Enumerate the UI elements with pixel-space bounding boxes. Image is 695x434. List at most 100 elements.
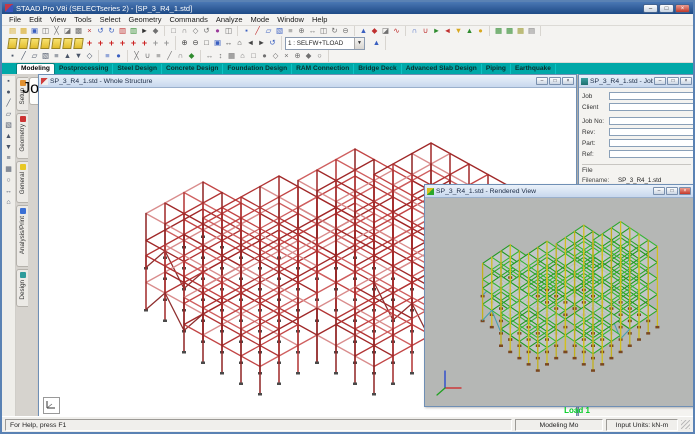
flag-up-icon[interactable]: ▲ [464, 26, 475, 36]
rotate-icon[interactable]: ↻ [329, 26, 340, 36]
loads-cursor-icon[interactable]: ▼ [73, 51, 84, 61]
add-view-7-icon[interactable]: + [150, 38, 161, 48]
arc-beam-icon[interactable]: ∩ [409, 26, 420, 36]
menu-file[interactable]: File [5, 15, 25, 25]
rv-close-button[interactable]: × [679, 187, 691, 195]
menu-mode[interactable]: Mode [247, 15, 274, 25]
ji-minimize-button[interactable]: – [654, 77, 666, 85]
show-all-icon[interactable]: ⊕ [292, 51, 303, 61]
dimensions-icon[interactable]: ↔ [3, 187, 14, 197]
tab-concrete-design[interactable]: Concrete Design [162, 64, 223, 74]
saved-view-5-icon[interactable] [51, 38, 62, 49]
menu-geometry[interactable]: Geometry [125, 15, 166, 25]
print-icon[interactable]: ◫ [40, 26, 51, 36]
menu-commands[interactable]: Commands [165, 15, 211, 25]
dimension-icon[interactable]: ↕ [215, 51, 226, 61]
labels-toggle-icon[interactable]: ≡ [102, 51, 113, 61]
ws-minimize-button[interactable]: – [536, 77, 548, 85]
page-tab-geometry[interactable]: Geometry [16, 113, 28, 159]
rendered-view-titlebar[interactable]: SP_3_R4_1.std - Rendered View – □ × [425, 185, 693, 198]
dynamic-zoom-icon[interactable]: ⌂ [234, 38, 245, 48]
beams-cursor-icon[interactable]: ╱ [18, 51, 29, 61]
view-management-icon[interactable]: □ [248, 51, 259, 61]
rendered-viewport[interactable] [425, 198, 693, 406]
wireframe-toggle-icon[interactable]: ○ [314, 51, 325, 61]
open-file-icon[interactable]: ▦ [18, 26, 29, 36]
measure-icon[interactable]: ↔ [204, 51, 215, 61]
hide-selected-icon[interactable]: × [281, 51, 292, 61]
units-setup-icon[interactable]: ⌂ [237, 51, 248, 61]
tab-earthquake[interactable]: Earthquake [511, 64, 556, 74]
menu-help[interactable]: Help [308, 15, 331, 25]
marker-icon[interactable]: ● [475, 26, 486, 36]
ji-restore-button[interactable]: □ [667, 77, 679, 85]
add-view-5-icon[interactable]: + [128, 38, 139, 48]
flag-down-icon[interactable]: ▼ [453, 26, 464, 36]
next-view-icon[interactable]: ► [256, 38, 267, 48]
sections-icon[interactable]: ≡ [3, 154, 14, 164]
node-table-icon[interactable]: ▦ [493, 26, 504, 36]
ws-restore-button[interactable]: □ [549, 77, 561, 85]
plates-cursor-icon[interactable]: ▱ [29, 51, 40, 61]
whole-structure-titlebar[interactable]: SP_3_R4_1.std - Whole Structure – □ × [39, 75, 576, 88]
query-icon[interactable]: ● [113, 51, 124, 61]
menu-select[interactable]: Select [96, 15, 125, 25]
app-titlebar[interactable]: STAAD.Pro V8i (SELECTseries 2) - [SP_3_R… [2, 2, 693, 14]
support-tool-icon[interactable]: ▲ [358, 26, 369, 36]
load-case-select[interactable]: 1 : SELFW+TLOAD▼ [285, 37, 365, 50]
save-icon[interactable]: ▣ [29, 26, 40, 36]
plate-table-icon[interactable]: ▦ [515, 26, 526, 36]
page-tab-general[interactable]: General [16, 161, 28, 203]
tab-foundation-design[interactable]: Foundation Design [223, 64, 292, 74]
dropdown-arrow-icon[interactable]: ▼ [354, 38, 364, 49]
color-toggle-icon[interactable]: ◆ [303, 51, 314, 61]
solids-cursor-icon[interactable]: ▧ [40, 51, 51, 61]
loads-icon[interactable]: ▼ [3, 143, 14, 153]
copy-icon[interactable]: ◪ [62, 26, 73, 36]
move-icon[interactable]: ↔ [307, 26, 318, 36]
materials-icon[interactable]: ▦ [3, 165, 14, 175]
split-beam-icon[interactable]: ╱ [164, 51, 175, 61]
labels-icon[interactable]: ⌂ [3, 198, 14, 208]
mirror-icon[interactable]: ◫ [318, 26, 329, 36]
end-node-icon[interactable]: ◄ [442, 26, 453, 36]
tab-advanced-slab-design[interactable]: Advanced Slab Design [402, 64, 482, 74]
beams-icon[interactable]: ╱ [3, 99, 14, 109]
delete-icon[interactable]: × [84, 26, 95, 36]
render-view-icon[interactable]: ● [212, 26, 223, 36]
circular-repeat-icon[interactable]: ⊕ [296, 26, 307, 36]
supports-cursor-icon[interactable]: ▲ [62, 51, 73, 61]
snapshot-icon[interactable]: ◫ [223, 26, 234, 36]
material-tool-icon[interactable]: ∿ [391, 26, 402, 36]
releases-icon[interactable]: ○ [3, 176, 14, 186]
job-field-job[interactable] [609, 92, 693, 100]
nodes-icon[interactable]: ● [3, 88, 14, 98]
geometry-cursor-icon[interactable]: ◇ [84, 51, 95, 61]
job-field-job-no-[interactable] [609, 117, 693, 125]
saved-view-6-icon[interactable] [62, 38, 73, 49]
undo-icon[interactable]: ↺ [95, 26, 106, 36]
cut-icon[interactable]: ╳ [51, 26, 62, 36]
saved-view-2-icon[interactable] [18, 38, 29, 49]
maximize-button[interactable]: □ [659, 4, 674, 13]
previous-view-icon[interactable]: ◄ [245, 38, 256, 48]
add-view-2-icon[interactable]: + [95, 38, 106, 48]
add-plate-icon[interactable]: ▱ [263, 26, 274, 36]
zoom-extents-icon[interactable]: ▣ [212, 38, 223, 48]
rotate-view-icon[interactable]: ↺ [201, 26, 212, 36]
resize-grip[interactable] [681, 420, 690, 429]
solids-icon[interactable]: ▧ [3, 121, 14, 131]
start-node-icon[interactable]: ► [431, 26, 442, 36]
add-view-3-icon[interactable]: + [106, 38, 117, 48]
highlight-icon[interactable]: ● [259, 51, 270, 61]
add-beam-icon[interactable]: ╱ [252, 26, 263, 36]
tab-piping[interactable]: Piping [482, 64, 511, 74]
run-analysis-icon[interactable]: ► [139, 26, 150, 36]
close-button[interactable]: × [675, 4, 690, 13]
translational-repeat-icon[interactable]: ≡ [285, 26, 296, 36]
page-tab-analysis-print[interactable]: Analysis/Print [16, 205, 28, 267]
menu-analyze[interactable]: Analyze [212, 15, 247, 25]
saved-view-3-icon[interactable] [29, 38, 40, 49]
zoom-in-icon[interactable]: ⊕ [179, 38, 190, 48]
saved-view-1-icon[interactable] [7, 38, 18, 49]
